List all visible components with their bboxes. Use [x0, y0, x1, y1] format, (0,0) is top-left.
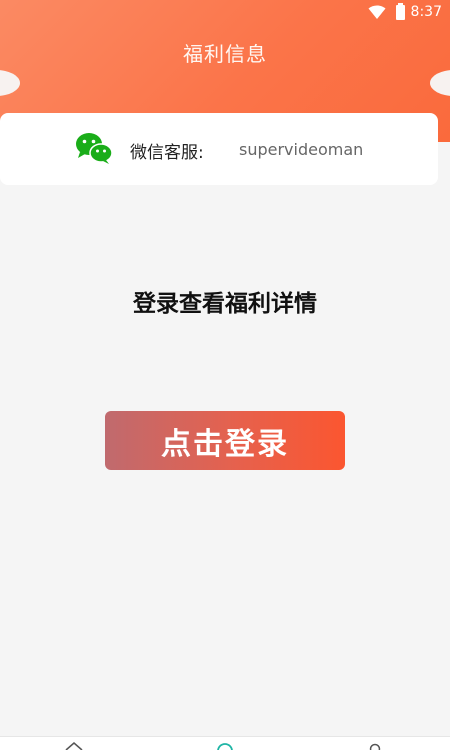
login-button[interactable]: 点击登录: [105, 411, 345, 470]
home-icon[interactable]: [65, 741, 83, 750]
wifi-icon: [368, 5, 386, 19]
ticket-notch-right: [430, 70, 450, 96]
wechat-icon: [76, 133, 113, 164]
page-title: 福利信息: [183, 42, 267, 66]
battery-icon: [395, 2, 405, 20]
user-icon[interactable]: [366, 741, 384, 750]
service-label: 微信客服:: [130, 143, 204, 163]
ticket-notch-left: [0, 70, 20, 96]
login-prompt: 登录查看福利详情: [133, 291, 317, 317]
discover-icon[interactable]: [216, 741, 234, 750]
service-account[interactable]: supervideoman: [239, 140, 363, 159]
status-time: 8:37: [410, 4, 442, 20]
status-bar: 8:37: [0, 0, 450, 24]
bottom-nav: [0, 736, 450, 750]
service-card: 微信客服: supervideoman: [0, 113, 438, 185]
